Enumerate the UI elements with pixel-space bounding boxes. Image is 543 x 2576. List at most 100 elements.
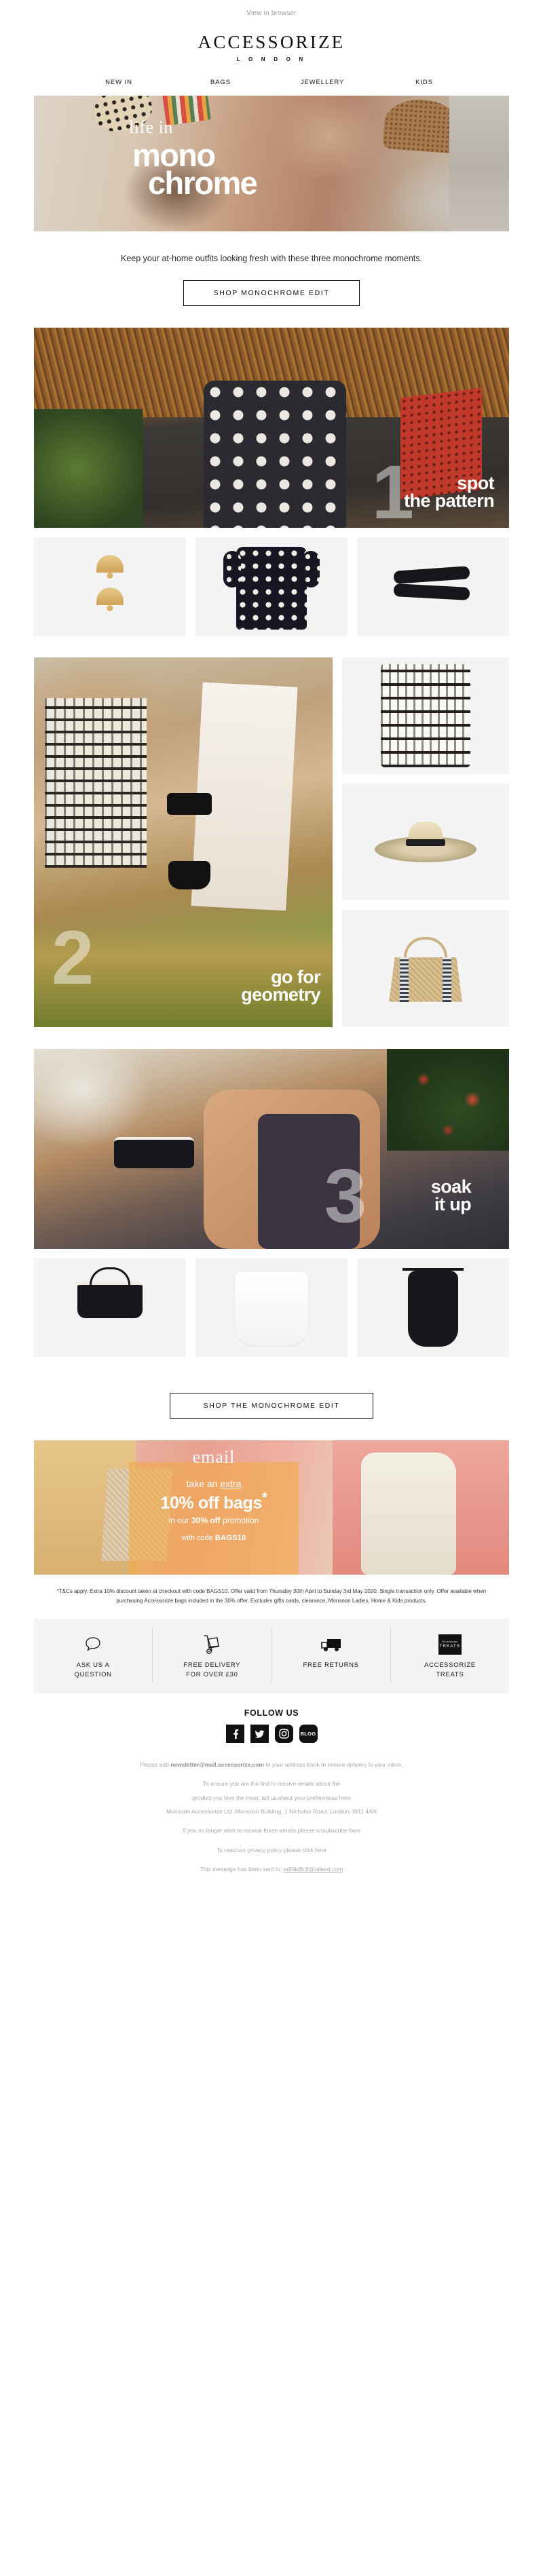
footer-recipient-prefix: This message has been sent to: [200, 1866, 284, 1873]
product-tile-polka-dot-dress[interactable] [195, 537, 348, 636]
feature-1-title-line1: spot [457, 472, 494, 493]
feature-2-bikini-top [167, 792, 212, 815]
delivery-trolley-icon [157, 1631, 267, 1658]
nav-item-bags[interactable]: BAGS [170, 79, 272, 86]
promo-banner[interactable]: email take an extra 10% off bags* in our… [34, 1440, 509, 1575]
feature-2-title-line1: go for [271, 966, 320, 987]
product-tile-black-bikini-top[interactable] [34, 1258, 186, 1357]
treats-badge-bottom: TREATS [439, 1645, 461, 1649]
feature-1-label: spot the pattern [404, 472, 495, 512]
product-tile-woven-tote-bag[interactable] [342, 909, 509, 1026]
blog-icon[interactable]: BLOG [299, 1724, 318, 1743]
promo-white-trousers [361, 1452, 456, 1575]
product-tile-black-swimsuit[interactable] [357, 1258, 509, 1357]
brand-name: ACCESSORIZE [198, 32, 345, 52]
promo-headline-asterisk: * [261, 1490, 267, 1506]
aztec-dress-icon [381, 664, 470, 767]
service-label-1-line2: QUESTION [74, 1670, 112, 1678]
footer-privacy-line[interactable]: To read our privacy policy please click … [48, 1843, 495, 1857]
product-tile-black-slider-sandals[interactable] [357, 537, 509, 636]
feature-1-image[interactable]: 1 spot the pattern [34, 327, 509, 528]
service-bar: ASK US A QUESTION FREE DELIVERY FOR OVER… [34, 1619, 509, 1693]
instagram-icon[interactable] [274, 1724, 293, 1743]
footer-unsubscribe-line[interactable]: If you no longer wish to receive these e… [48, 1824, 495, 1837]
service-ask-us-a-question[interactable]: ASK US A QUESTION [34, 1628, 153, 1683]
brand-logo[interactable]: ACCESSORIZE L O N D O N [0, 21, 543, 66]
black-sandals-icon [393, 565, 472, 602]
feature-block-1: 1 spot the pattern [34, 327, 509, 636]
feature-2-label: go for geometry [241, 966, 320, 1005]
footer-company-address: Monsoon Accessorize Ltd, Monsoon Buildin… [166, 1807, 377, 1815]
promo-code-line: with code BAGS10 [129, 1534, 299, 1542]
feature-2-bikini-bottom [168, 860, 210, 889]
feature-block-3: 3 soak it up [34, 1048, 509, 1357]
feature-2-aztec-dress [45, 697, 147, 868]
bikini-top-icon [77, 1281, 143, 1318]
facebook-icon[interactable] [225, 1724, 244, 1743]
nav-item-new-in[interactable]: NEW IN [68, 79, 170, 86]
feature-2-number: 2 [52, 915, 94, 1001]
service-label-3: FREE RETURNS [276, 1661, 386, 1670]
feature-2-title-line2: geometry [241, 984, 320, 1005]
footer-line-2: To ensure you are the first to receive e… [202, 1780, 341, 1788]
woven-tote-icon [385, 936, 466, 1002]
service-free-delivery[interactable]: FREE DELIVERY FOR OVER £30 [153, 1628, 272, 1683]
hero-banner[interactable]: life in mono chrome [34, 96, 509, 231]
product-tile-white-beach-cover-up[interactable] [195, 1258, 348, 1357]
social-links: BLOG [0, 1724, 543, 1743]
footer-line-1: Please add newsletter@mail.accessorize.c… [48, 1758, 495, 1771]
nav-item-kids[interactable]: KIDS [373, 79, 475, 86]
product-tile-straw-fedora-hat[interactable] [342, 783, 509, 900]
twitter-icon[interactable] [250, 1724, 269, 1743]
speech-bubble-icon [38, 1631, 148, 1658]
feature-1-title-line2: the pattern [404, 491, 495, 512]
service-accessorize-treats[interactable]: Accessorize TREATS ACCESSORIZE TREATS [391, 1628, 509, 1683]
feature-block-2: 2 go for geometry [34, 657, 509, 1027]
feature-1-polka-dress [204, 380, 346, 528]
service-label-2-line2: FOR OVER £30 [186, 1670, 238, 1678]
product-tile-aztec-print-dress[interactable] [342, 657, 509, 774]
promo-code-prefix: with code [181, 1534, 215, 1542]
feature-3-number: 3 [324, 1153, 367, 1239]
nav-item-jewellery[interactable]: JEWELLERY [272, 79, 373, 86]
feature-3-contrast-bikini [114, 1136, 194, 1168]
service-label-4: ACCESSORIZE TREATS [395, 1661, 505, 1680]
promo-sub-suffix: promotion [220, 1516, 259, 1525]
email-body: View in browser ACCESSORIZE L O N D O N … [0, 0, 543, 1893]
promo-subline: in our 30% off promotion [129, 1514, 299, 1526]
shop-monochrome-edit-button-top[interactable]: SHOP MONOCHROME EDIT [183, 280, 360, 306]
service-free-returns[interactable]: FREE RETURNS [272, 1628, 391, 1683]
view-in-browser-link[interactable]: View in browser [246, 9, 296, 17]
service-label-1: ASK US A QUESTION [38, 1661, 148, 1680]
treats-badge-icon: Accessorize TREATS [395, 1631, 505, 1658]
service-label-3-line1: FREE RETURNS [303, 1661, 359, 1670]
intro-copy: Keep your at-home outfits looking fresh … [121, 254, 422, 263]
feature-3-title-line1: soak [430, 1176, 472, 1197]
product-tile-fan-drop-earrings[interactable] [34, 537, 186, 636]
follow-us-section: FOLLOW US BLOG [0, 1693, 543, 1743]
follow-us-title: FOLLOW US [244, 1708, 299, 1718]
straw-hat-icon [375, 821, 476, 862]
footer-line-3[interactable]: product you love the most, tell us about… [48, 1791, 495, 1805]
promo-take-underline: extra [220, 1478, 242, 1489]
footer: Please add newsletter@mail.accessorize.c… [0, 1743, 543, 1893]
footer-line-1-suffix: to your address book to ensure delivery … [264, 1761, 403, 1768]
promo-headline-text: 10% off bags [160, 1493, 262, 1513]
feature-3-image[interactable]: 3 soak it up [34, 1048, 509, 1249]
promo-take-prefix: take an [186, 1478, 221, 1489]
shop-the-monochrome-edit-button[interactable]: SHOP THE MONOCHROME EDIT [170, 1392, 373, 1419]
terms-and-conditions: *T&Cs apply. Extra 10% discount taken at… [56, 1588, 487, 1604]
footer-recipient-email[interactable]: ed59d8c8@uifeed.com [284, 1866, 343, 1872]
promo-script-word: email [192, 1446, 236, 1467]
main-navigation: NEW IN BAGS JEWELLERY KIDS [0, 66, 543, 96]
hero-headline-line1: life in [129, 117, 173, 137]
feature-2-image[interactable]: 2 go for geometry [34, 657, 333, 1027]
service-label-4-line2: TREATS [436, 1670, 464, 1678]
footer-recipient-line: This message has been sent to: ed59d8c8@… [48, 1862, 495, 1876]
white-cover-up-icon [234, 1270, 309, 1347]
